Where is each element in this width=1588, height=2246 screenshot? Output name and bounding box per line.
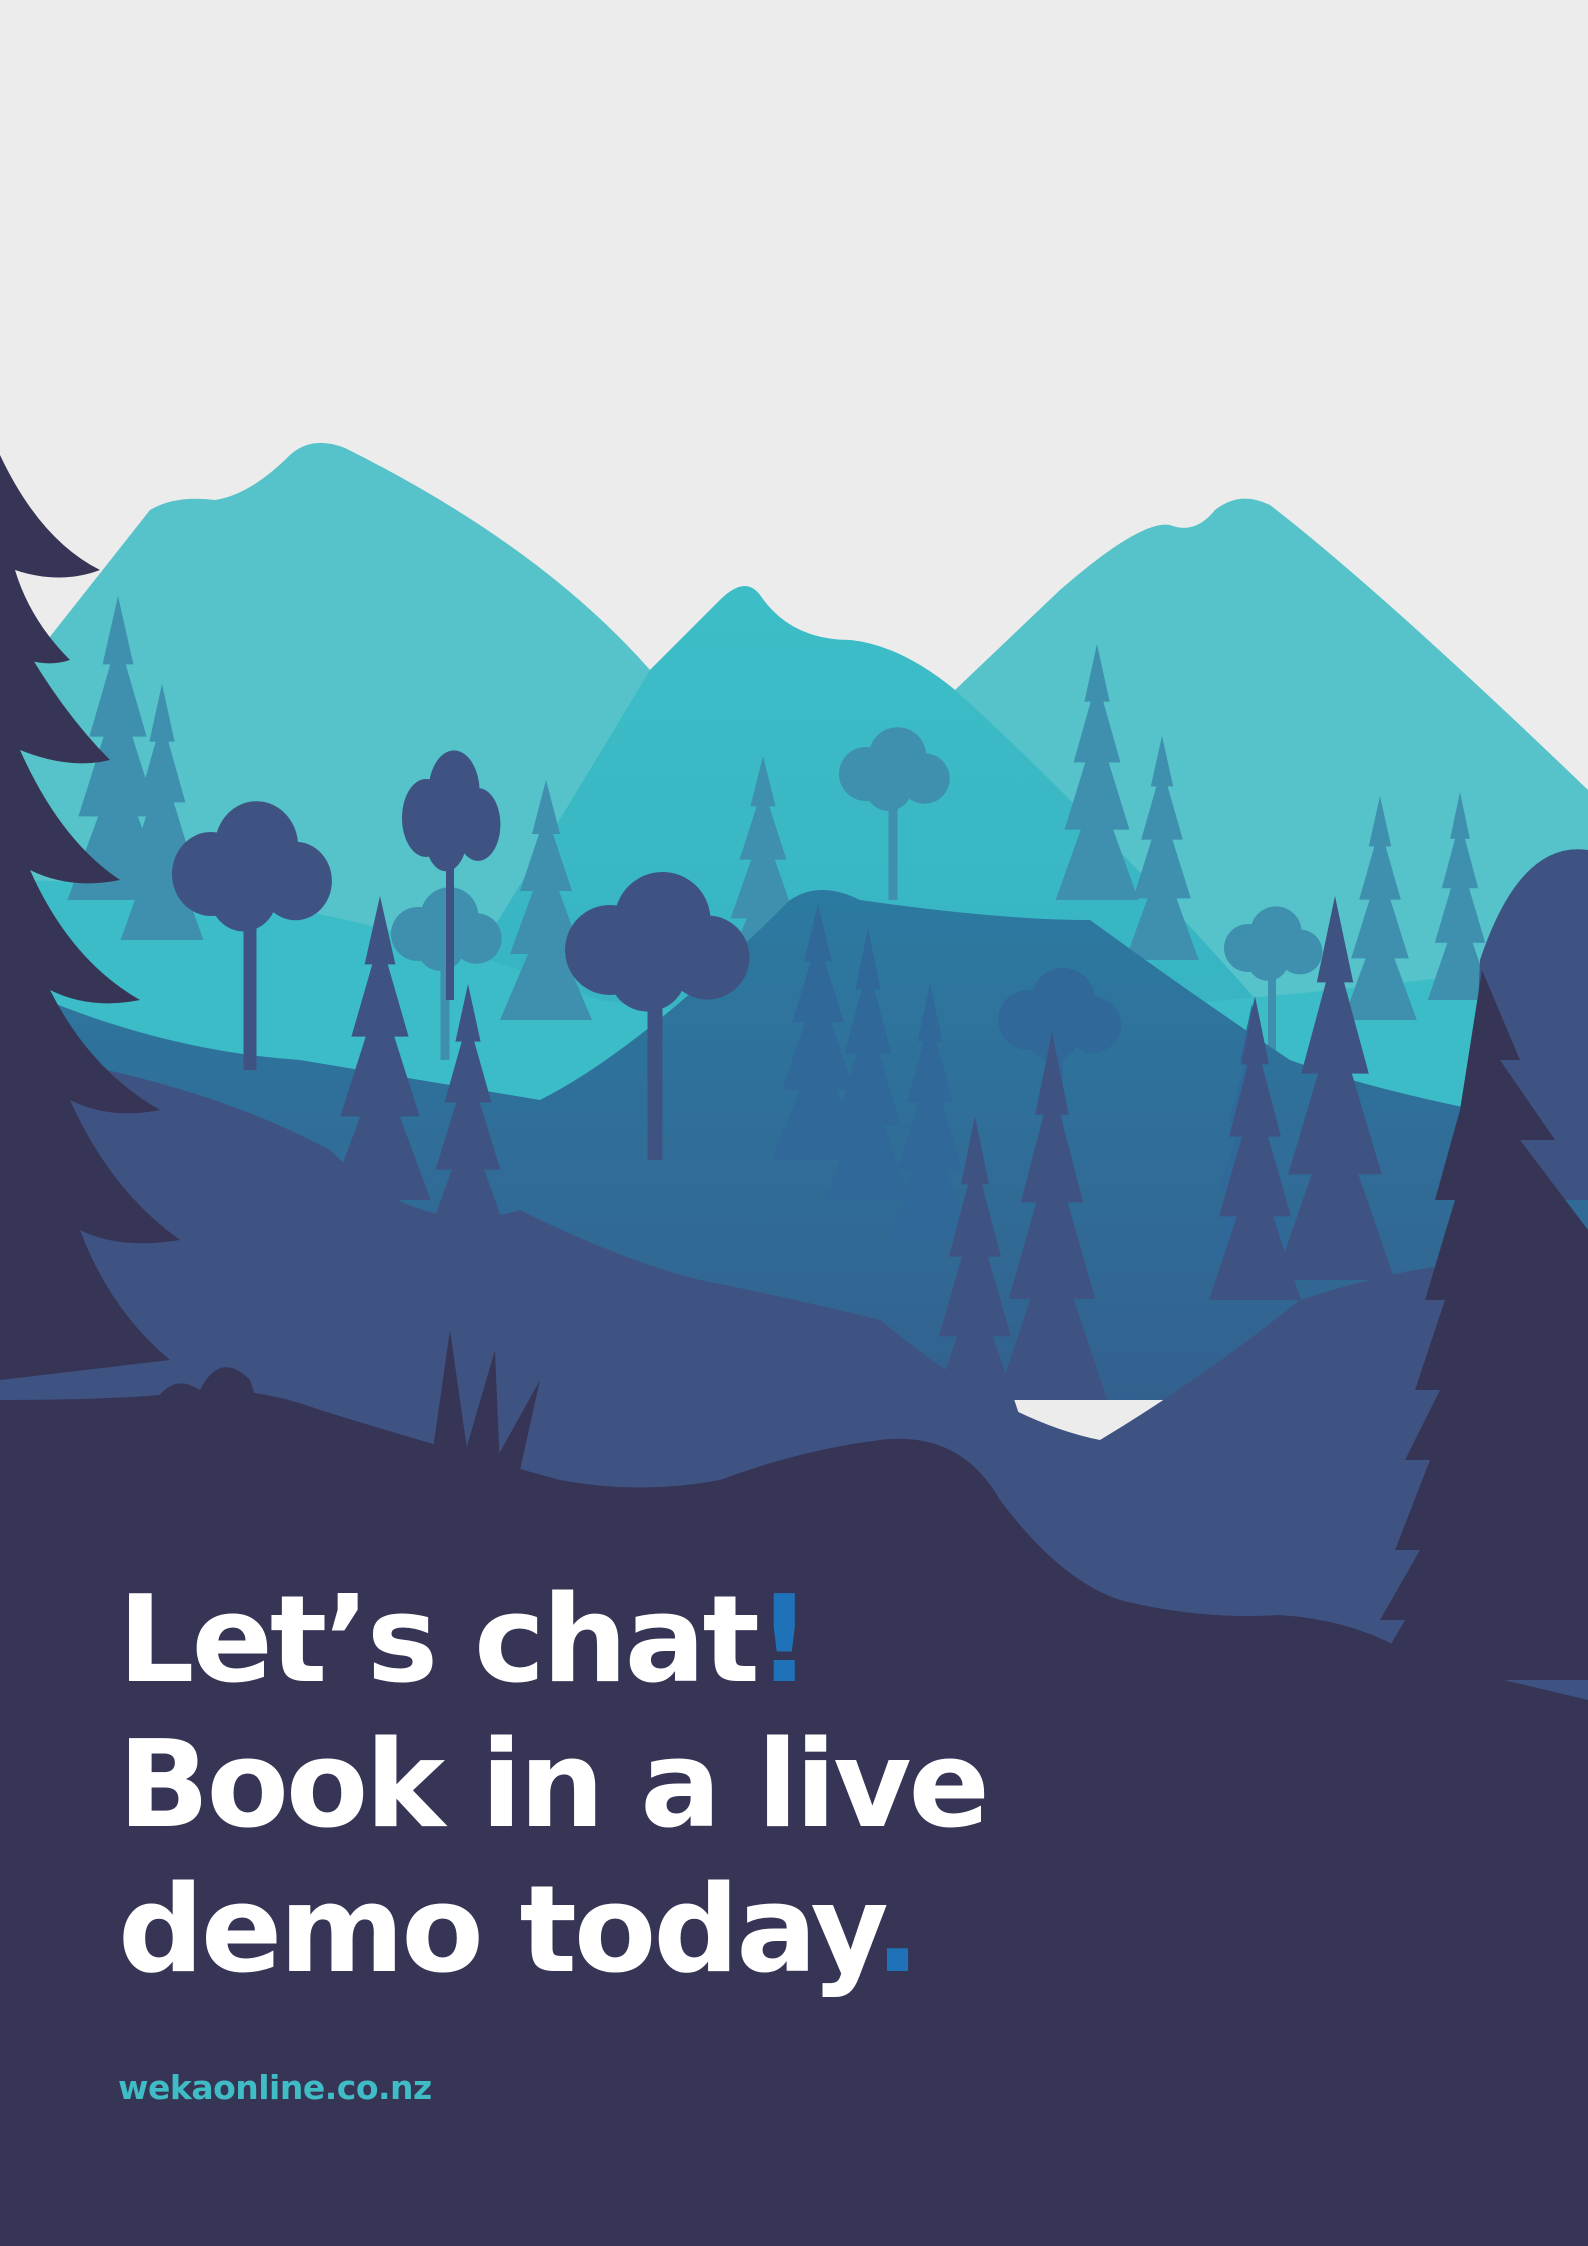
exclamation-accent: ! — [756, 1571, 812, 1710]
period-accent: . — [874, 1861, 921, 2000]
headline-line-1: Let’s chat! — [118, 1568, 987, 1713]
headline-line-2: Book in a live — [118, 1716, 990, 1855]
headline: Let’s chat! Book in a live demo today. — [118, 1568, 990, 2003]
website-link[interactable]: wekaonline.co.nz — [118, 2068, 432, 2107]
headline-text: demo today — [118, 1861, 878, 2000]
headline-text: Let’s chat — [118, 1571, 760, 1710]
headline-line-3: demo today. — [118, 1858, 987, 2003]
